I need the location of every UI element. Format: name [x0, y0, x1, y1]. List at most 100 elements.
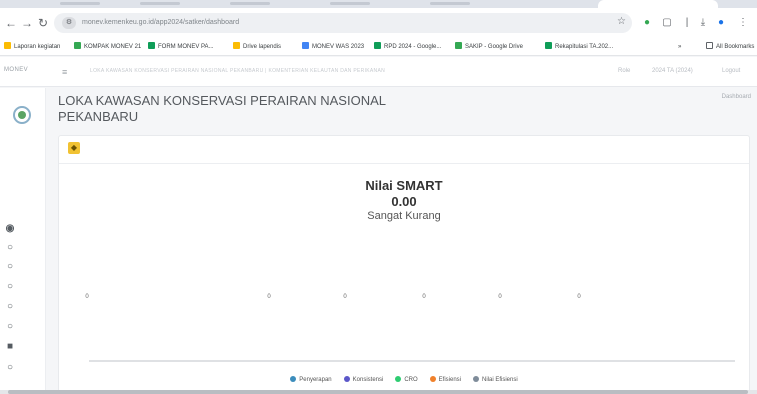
legend-dot-icon	[429, 376, 436, 382]
legend-label: CRO	[404, 377, 418, 383]
bookmarks-bar: Laporan kegiatan KOMPAK MONEV 21 FORM MO…	[0, 38, 757, 56]
bookmark-label: Drive lapendis	[243, 44, 282, 50]
hamburger-icon[interactable]: ≡	[62, 67, 67, 77]
reload-icon[interactable]: ↻	[36, 15, 50, 31]
address-bar[interactable]: ⚙ monev.kemenkeu.go.id/app2024/satker/da…	[54, 13, 632, 33]
sheets-icon	[545, 42, 552, 49]
horizontal-scrollbar[interactable]	[0, 390, 757, 394]
logout-link[interactable]: Logout	[722, 68, 740, 74]
profile-icon[interactable]: ●	[714, 16, 728, 30]
legend-dot-icon	[343, 376, 350, 382]
browser-tab-strip	[0, 0, 757, 8]
document-icon[interactable]: ■	[0, 340, 20, 354]
bookmark-item[interactable]: Laporan kegiatan	[4, 42, 60, 52]
legend-label: Nilai Efisiensi	[482, 377, 518, 383]
bookmark-item[interactable]: Drive lapendis	[233, 42, 281, 52]
legend-item[interactable]: Konsistensi	[343, 376, 384, 383]
bookmark-label: KOMPAK MONEV 21	[84, 44, 142, 50]
bookmark-item[interactable]: RPD 2024 - Google...	[374, 42, 441, 52]
bookmarks-overflow-icon[interactable]: »	[678, 42, 681, 52]
scrollbar-thumb[interactable]	[8, 390, 748, 394]
menu-circle-icon[interactable]: ○	[0, 280, 20, 294]
bookmark-label: Rekapitulasi TA.202...	[555, 44, 614, 50]
bookmark-label: SAKIP - Google Drive	[465, 44, 523, 50]
app-topbar: MONEV ≡ LOKA KAWASAN KONSERVASI PERAIRAN…	[0, 57, 757, 87]
page-title: LOKA KAWASAN KONSERVASI PERAIRAN NASIONA…	[58, 93, 386, 124]
folder-icon	[706, 42, 713, 49]
data-label: 0	[343, 294, 347, 300]
menu-circle-icon[interactable]: ○	[0, 260, 20, 274]
smart-title: Nilai SMART	[365, 178, 443, 193]
bookmark-item[interactable]: KOMPAK MONEV 21	[74, 42, 141, 52]
bookmark-item[interactable]: SAKIP - Google Drive	[455, 42, 523, 52]
drive-icon	[455, 42, 462, 49]
sheets-icon	[374, 42, 381, 49]
bookmark-label: MONEV WAS 2023	[312, 44, 365, 50]
legend-label: Efisiensi	[438, 377, 462, 383]
data-label: 0	[498, 294, 502, 300]
sidebar: ◉ ○ ○ ○ ○ ○ ■ ○	[0, 88, 46, 394]
menu-circle-icon[interactable]: ○	[0, 320, 20, 334]
data-label: 0	[577, 294, 581, 300]
card-header: ◆	[59, 136, 749, 164]
legend-label: Konsistensi	[352, 377, 384, 383]
legend-item[interactable]: CRO	[395, 376, 418, 383]
dashboard-card-icon[interactable]: ◆	[68, 142, 80, 154]
bookmark-label: RPD 2024 - Google...	[384, 44, 442, 50]
puzzle-icon[interactable]: ▢	[660, 16, 674, 30]
data-label: 0	[422, 294, 426, 300]
main-content: LOKA KAWASAN KONSERVASI PERAIRAN NASIONA…	[46, 88, 757, 394]
bookmark-item[interactable]: MONEV WAS 2023	[302, 42, 364, 52]
legend-dot-icon	[290, 376, 297, 382]
legend-item[interactable]: Efisiensi	[429, 376, 462, 383]
separator-icon: |	[685, 17, 689, 28]
bookmark-star-icon[interactable]: ☆	[617, 16, 626, 27]
bookmark-label: Laporan kegiatan	[14, 44, 61, 50]
tab-ghost[interactable]	[230, 2, 270, 5]
smart-score-card: ◆ Nilai SMART 0.00 Sangat Kurang 0 0 0 0 00 …	[58, 135, 750, 394]
tab-ghost[interactable]	[140, 2, 180, 5]
drive-icon	[4, 42, 11, 49]
legend-item[interactable]: Penyerapan	[290, 376, 332, 383]
tab-ghost[interactable]	[60, 2, 100, 5]
data-label: 0	[85, 294, 89, 300]
download-icon[interactable]: ⤓	[696, 16, 710, 30]
dashboard-breadcrumb[interactable]: Dashboard	[722, 94, 751, 100]
forward-icon[interactable]: →	[20, 15, 34, 31]
bookmark-label: FORM MONEV PA...	[158, 44, 214, 50]
bookmark-item[interactable]: FORM MONEV PA...	[148, 42, 214, 52]
app-breadcrumb: LOKA KAWASAN KONSERVASI PERAIRAN NASIONA…	[90, 68, 385, 74]
browser-toolbar: ← → ↻ ⚙ monev.kemenkeu.go.id/app2024/sat…	[0, 8, 757, 38]
data-label: 0	[267, 294, 271, 300]
smart-value: 0.00	[391, 194, 417, 209]
menu-kebab-icon[interactable]: ⋮	[736, 16, 750, 30]
smart-category: Sangat Kurang	[367, 210, 441, 222]
address-url[interactable]: monev.kemenkeu.go.id/app2024/satker/dash…	[82, 17, 239, 29]
docs-icon	[302, 42, 309, 49]
bookmark-label: All Bookmarks	[716, 44, 755, 50]
app-brand[interactable]: MONEV	[4, 67, 28, 73]
menu-circle-icon[interactable]: ○	[0, 361, 20, 375]
back-icon[interactable]: ←	[4, 15, 18, 31]
drive-icon	[233, 42, 240, 49]
bookmark-item[interactable]: Rekapitulasi TA.202...	[545, 42, 613, 52]
legend-item[interactable]: Nilai Efisiensi	[473, 376, 518, 383]
role-link[interactable]: Role	[618, 68, 630, 74]
bookmark-item[interactable]: All Bookmarks	[706, 42, 754, 52]
drive-icon	[74, 42, 81, 49]
year-link[interactable]: 2024 TA (2024)	[652, 68, 693, 74]
tab-ghost[interactable]	[430, 2, 470, 5]
kkp-logo[interactable]	[13, 106, 31, 124]
dashboard-icon[interactable]: ◉	[0, 222, 20, 236]
legend-dot-icon	[395, 376, 402, 382]
smart-chart: 0 0 0 0 0 0	[79, 294, 735, 362]
site-info-icon[interactable]: ⚙	[62, 17, 76, 29]
active-tab[interactable]	[598, 0, 718, 8]
tab-ghost[interactable]	[330, 2, 370, 5]
legend-label: Penyerapan	[299, 377, 332, 383]
menu-circle-icon[interactable]: ○	[0, 241, 20, 255]
extension-icon[interactable]: ●	[640, 16, 654, 30]
sheets-icon	[148, 42, 155, 49]
menu-circle-icon[interactable]: ○	[0, 300, 20, 314]
legend-dot-icon	[473, 376, 480, 382]
